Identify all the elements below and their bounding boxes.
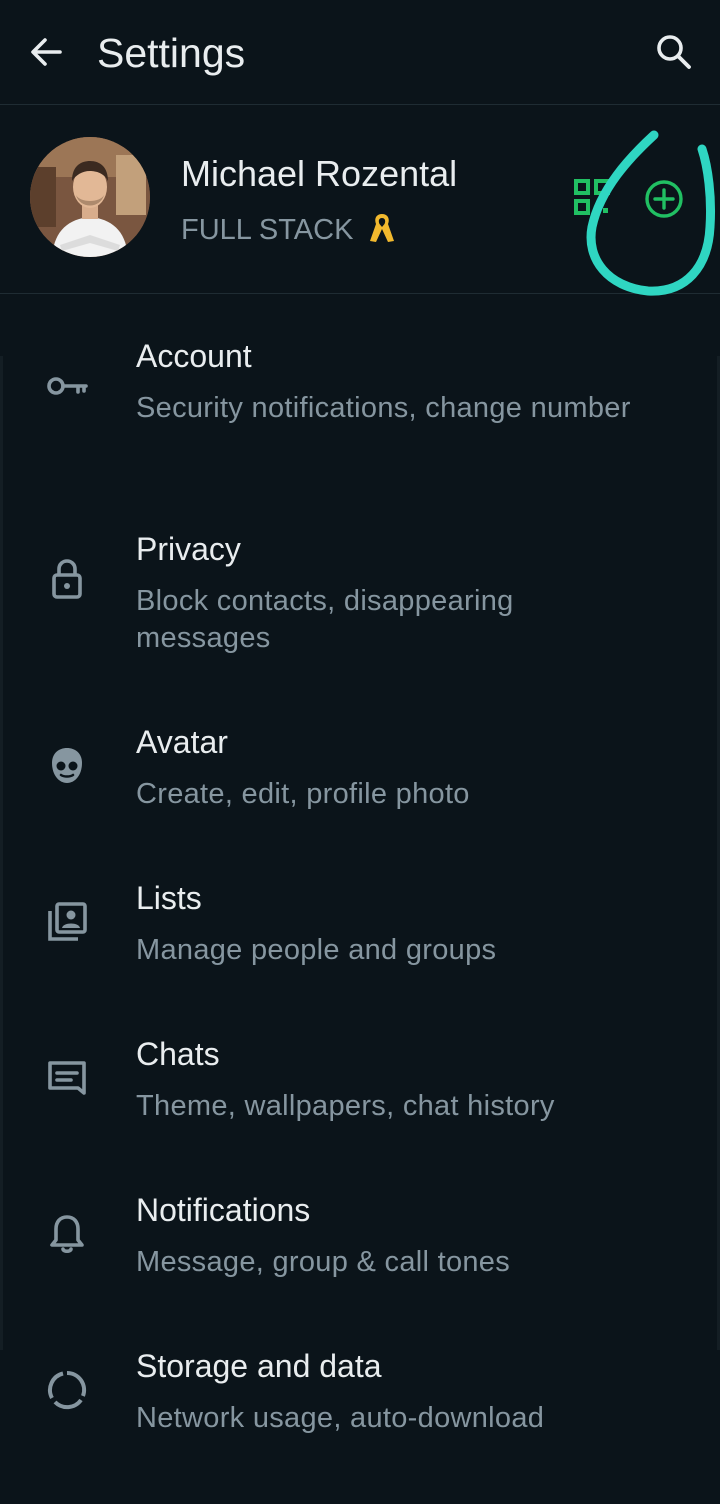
contact-list-icon [48,902,87,941]
storage-ring-icon [48,1370,87,1410]
menu-label: Storage and data [136,1348,382,1384]
menu-subtitle: Network usage, auto-download [136,1402,545,1434]
qr-code-icon [574,179,610,215]
back-button[interactable] [24,30,68,74]
page-title: Settings [97,30,246,76]
menu-item-lists[interactable]: Lists Manage people and groups [0,880,720,990]
menu-label: Lists [136,880,202,916]
menu-item-avatar[interactable]: Avatar Create, edit, profile photo [0,724,720,834]
profile-card[interactable]: Michael Rozental FULL STACK [0,105,720,296]
menu-subtitle: Create, edit, profile photo [136,778,470,810]
menu-item-storage[interactable]: Storage and data Network usage, auto-dow… [0,1348,720,1458]
menu-label: Notifications [136,1192,311,1228]
menu-label: Privacy [136,531,241,567]
menu-label: Avatar [136,724,228,760]
menu-subtitle: Security notifications, change number [136,392,631,424]
menu-item-chats[interactable]: Chats Theme, wallpapers, chat history [0,1036,720,1146]
avatar-face-icon [52,748,82,783]
search-icon [657,35,691,69]
menu-label: Account [136,338,252,374]
menu-item-privacy[interactable]: Privacy Block contacts, disappearing mes… [0,531,720,681]
app-bar: Settings [0,0,720,105]
lock-icon [52,559,82,599]
arrow-back-icon [31,38,62,66]
plus-circle-icon [645,180,683,218]
menu-label: Chats [136,1036,220,1072]
chat-icon [48,1061,86,1095]
menu-subtitle: Theme, wallpapers, chat history [136,1090,555,1122]
menu-subtitle: Message, group & call tones [136,1246,511,1278]
bell-icon [50,1215,84,1254]
yellow-ribbon-icon [369,214,394,242]
status-text: FULL STACK [181,214,354,246]
menu-subtitle: Manage people and groups [136,934,497,966]
menu-subtitle: Block contacts, disappearing messages [136,585,514,654]
menu-item-notifications[interactable]: Notifications Message, group & call tone… [0,1192,720,1302]
avatar[interactable] [30,137,150,257]
qr-code-button[interactable] [572,177,612,217]
add-account-button[interactable] [640,175,688,223]
search-button[interactable] [652,30,696,74]
profile-photo [30,137,150,257]
profile-name: Michael Rozental [181,153,458,194]
profile-status: FULL STACK [181,211,396,247]
key-icon [47,377,88,395]
menu-item-account[interactable]: Account Security notifications, change n… [0,338,720,488]
